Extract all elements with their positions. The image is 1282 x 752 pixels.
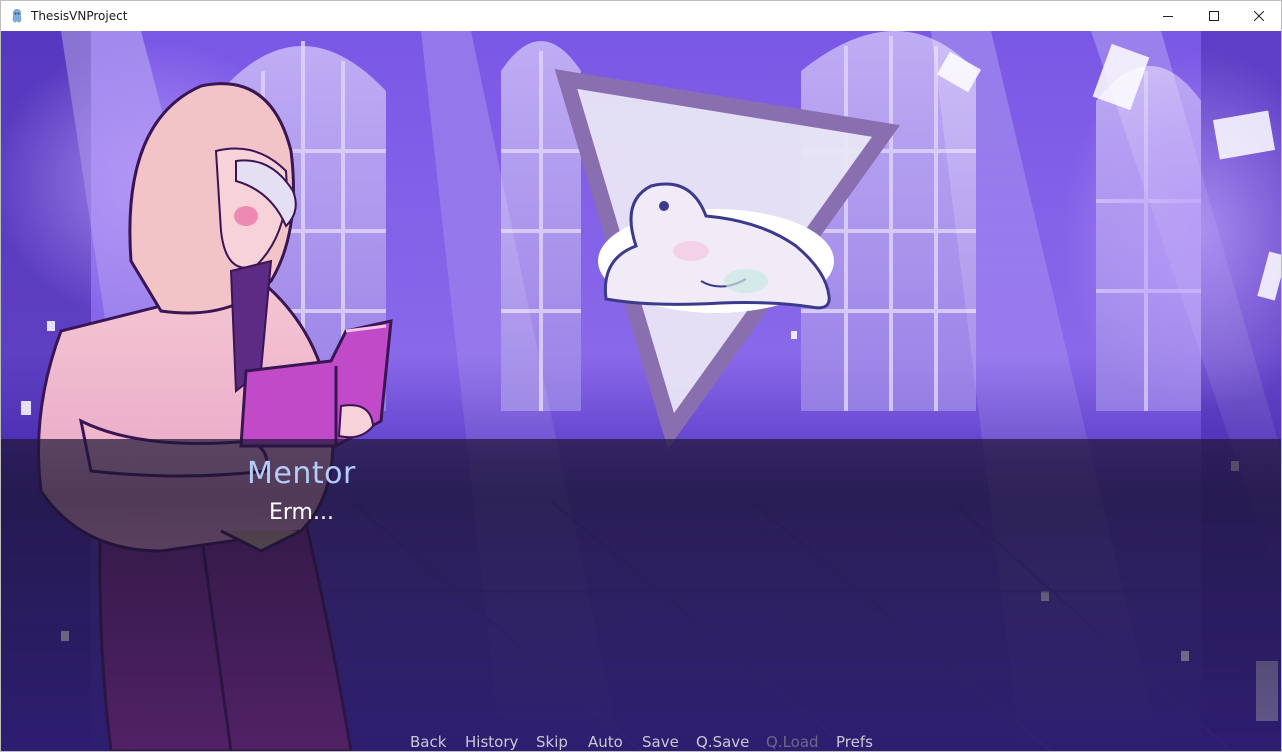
dialogue-box[interactable] [1,439,1281,751]
minimize-button[interactable] [1145,1,1191,31]
close-icon [1254,11,1264,21]
quick-save-button[interactable]: Q.Save [696,733,749,751]
prefs-button[interactable]: Prefs [836,733,873,751]
back-button[interactable]: Back [410,733,446,751]
auto-button[interactable]: Auto [588,733,623,751]
app-window: ThesisVNProject Mentor Erm... Back Histo… [0,0,1282,752]
quick-menu: Back History Skip Auto Save Q.Save Q.Loa… [1,733,1281,751]
renpy-icon [12,9,22,23]
save-button[interactable]: Save [642,733,679,751]
speaker-name: Mentor [247,456,356,491]
maximize-icon [1209,11,1219,21]
history-button[interactable]: History [465,733,518,751]
minimize-icon [1163,16,1173,17]
skip-button[interactable]: Skip [536,733,568,751]
dialogue-text: Erm... [269,500,334,525]
quick-load-button: Q.Load [766,733,819,751]
title-bar[interactable]: ThesisVNProject [1,1,1281,31]
close-button[interactable] [1236,1,1282,31]
window-title: ThesisVNProject [31,9,128,23]
maximize-button[interactable] [1191,1,1237,31]
game-viewport[interactable]: Mentor Erm... Back History Skip Auto Sav… [1,31,1281,751]
